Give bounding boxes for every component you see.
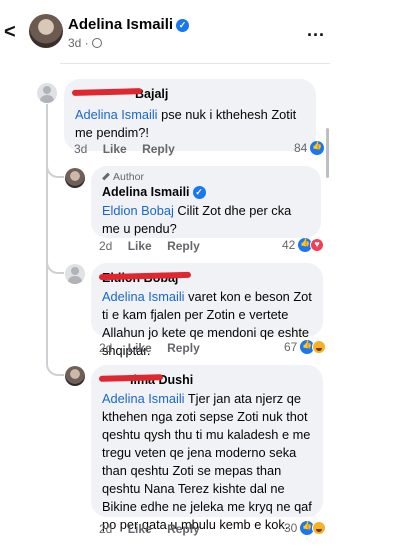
verified-icon: ✓ <box>176 19 190 32</box>
mention-link[interactable]: Adelina Ismaili <box>102 391 185 406</box>
comment-author[interactable]: Adelina Ismaili ✓ <box>102 184 310 200</box>
comment-author[interactable]: Bajalj <box>71 86 305 102</box>
comment-author-name[interactable]: Adelina Ismaili <box>102 185 190 199</box>
thread-branch <box>46 348 64 376</box>
mention-link[interactable]: Adelina Ismaili <box>102 289 185 304</box>
avatar[interactable] <box>65 366 85 386</box>
comment-actions: 2d Like Reply <box>99 341 212 355</box>
reaction-number: 30 <box>284 521 298 535</box>
comment-bubble: Eldion Bobaj Adelina Ismaili varet kon e… <box>91 263 323 358</box>
comment-author[interactable]: Eldion Bobaj <box>98 270 312 286</box>
like-button[interactable]: Like <box>128 522 152 536</box>
like-button[interactable]: Like <box>128 341 152 355</box>
comment-author[interactable]: Ilma Dushi <box>98 372 312 388</box>
comment-time: 2d <box>99 522 113 536</box>
scrollbar[interactable] <box>326 128 329 178</box>
comment-body: Tjer jan ata njerz qe kthehen nga zoti s… <box>102 391 312 532</box>
mention-link[interactable]: Eldion Bobaj <box>102 203 174 218</box>
reaction-number: 42 <box>282 238 296 252</box>
avatar[interactable] <box>65 264 85 284</box>
haha-reaction-icon <box>312 521 327 535</box>
reaction-count[interactable]: 42 <box>282 238 325 252</box>
love-reaction-icon <box>310 238 325 252</box>
comment-time: 2d <box>99 239 113 253</box>
comment-text: Eldion Bobaj Cilit Zot dhe per cka me u … <box>102 202 310 238</box>
reply-button[interactable]: Reply <box>167 341 200 355</box>
avatar[interactable] <box>37 83 57 103</box>
reaction-count[interactable]: 67 <box>284 340 327 354</box>
divider <box>60 56 330 64</box>
profile-name-label[interactable]: Adelina Ismaili <box>68 16 173 33</box>
more-options-button[interactable]: ... <box>307 20 325 41</box>
reaction-number: 67 <box>284 340 298 354</box>
comment-actions: 2d Like Reply <box>99 522 212 536</box>
profile-name[interactable]: Adelina Ismaili ✓ <box>68 16 190 33</box>
comment-bubble: Ilma Dushi Adelina Ismaili Tjer jan ata … <box>91 365 323 532</box>
reply-button[interactable]: Reply <box>167 239 200 253</box>
like-button[interactable]: Like <box>128 239 152 253</box>
haha-reaction-icon <box>312 340 327 354</box>
reply-button[interactable]: Reply <box>167 522 200 536</box>
reaction-count[interactable]: 84 <box>294 141 325 155</box>
author-badge: Author <box>102 171 310 184</box>
comment-time: 3d <box>74 142 88 156</box>
comment-actions: 3d Like Reply <box>74 142 187 156</box>
author-badge-label: Author <box>113 171 144 183</box>
comment-bubble: Bajalj Adelina Ismaili pse nuk i kthehes… <box>64 79 316 151</box>
thread-branch <box>46 248 64 274</box>
post-meta: 3d · <box>68 36 103 50</box>
mention-link[interactable]: Adelina Ismaili <box>75 107 158 122</box>
comment-text: Adelina Ismaili Tjer jan ata njerz qe kt… <box>102 390 312 534</box>
comment-text: Adelina Ismaili pse nuk i kthehesh Zotit… <box>75 106 305 142</box>
post-time: 3d · <box>68 36 89 50</box>
like-reaction-icon <box>310 141 325 155</box>
globe-icon <box>92 38 103 48</box>
comment-actions: 2d Like Reply <box>99 239 212 253</box>
comment-time: 2d <box>99 341 113 355</box>
right-blank-area <box>334 0 417 559</box>
like-button[interactable]: Like <box>103 142 127 156</box>
avatar[interactable] <box>29 14 63 48</box>
avatar[interactable] <box>65 168 85 188</box>
verified-icon: ✓ <box>192 186 206 199</box>
post-header: < Adelina Ismaili ✓ 3d · ... <box>0 0 334 58</box>
pen-icon <box>102 172 110 181</box>
reaction-number: 84 <box>294 141 308 155</box>
comment-bubble: Author Adelina Ismaili ✓ Eldion Bobaj Cil… <box>91 166 321 238</box>
thread-branch <box>46 150 64 178</box>
reaction-count[interactable]: 30 <box>284 521 327 535</box>
reply-button[interactable]: Reply <box>142 142 175 156</box>
back-button[interactable]: < <box>4 22 16 42</box>
